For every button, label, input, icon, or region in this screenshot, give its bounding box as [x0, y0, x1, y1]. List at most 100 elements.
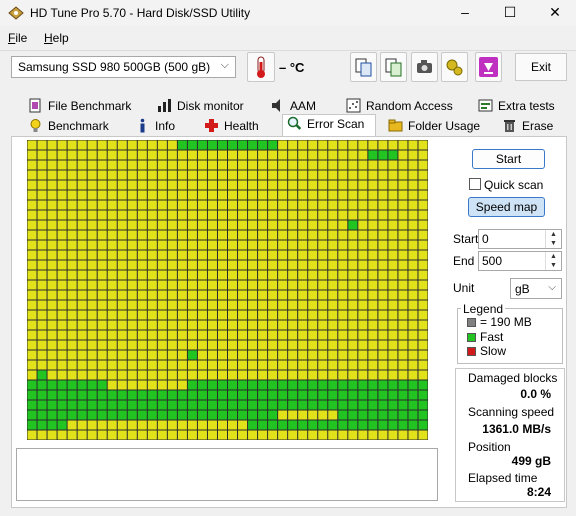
exit-button[interactable]: Exit — [515, 53, 567, 81]
scan-block — [207, 270, 217, 280]
save-button[interactable] — [475, 52, 502, 82]
scan-block — [137, 220, 147, 230]
tab-erase[interactable]: Erase — [502, 116, 553, 136]
temperature-button[interactable] — [247, 52, 275, 82]
menu-help[interactable]: Help — [44, 31, 69, 45]
scan-block — [107, 160, 117, 170]
scan-block — [47, 430, 57, 440]
scan-block — [77, 340, 87, 350]
scan-block — [47, 190, 57, 200]
scan-block — [37, 290, 47, 300]
end-field[interactable]: 500 ▲ ▼ — [478, 251, 562, 271]
tab-random-access[interactable]: Random Access — [346, 96, 453, 116]
scan-block — [368, 180, 378, 190]
scan-block — [338, 350, 348, 360]
scan-block — [27, 290, 37, 300]
scan-block — [27, 250, 37, 260]
scan-block — [37, 310, 47, 320]
scan-block — [57, 390, 67, 400]
scan-block — [217, 240, 227, 250]
scan-block — [238, 420, 248, 430]
scan-block — [147, 180, 157, 190]
scan-block — [117, 400, 127, 410]
scan-block — [378, 430, 388, 440]
scan-block — [418, 190, 428, 200]
scan-block — [298, 320, 308, 330]
scan-block — [27, 400, 37, 410]
start-field[interactable]: 0 ▲ ▼ — [478, 229, 562, 249]
scan-block — [97, 150, 107, 160]
scan-block — [107, 410, 117, 420]
scan-block — [268, 160, 278, 170]
spin-arrows-icon[interactable]: ▲ ▼ — [545, 230, 561, 248]
scan-block — [117, 330, 127, 340]
scan-block — [107, 250, 117, 260]
scan-block — [368, 430, 378, 440]
scan-block — [398, 370, 408, 380]
scan-block — [328, 160, 338, 170]
speed-map-button[interactable]: Speed map — [468, 197, 545, 217]
scan-block — [308, 330, 318, 340]
scan-block — [398, 170, 408, 180]
scan-block — [398, 150, 408, 160]
options-button[interactable] — [441, 52, 468, 82]
temperature-readout: – °C — [279, 60, 305, 75]
scan-block — [258, 170, 268, 180]
start-scan-button[interactable]: Start — [472, 149, 545, 169]
scan-block — [268, 180, 278, 190]
elapsed-time-label: Elapsed time — [468, 471, 538, 485]
scan-block — [167, 430, 177, 440]
scan-block — [117, 350, 127, 360]
tab-aam[interactable]: AAM — [270, 96, 316, 116]
scan-block — [348, 400, 358, 410]
tab-disk-monitor[interactable]: Disk monitor — [157, 96, 244, 116]
legend-swatch-fast — [467, 333, 476, 342]
copy-all-button[interactable] — [380, 52, 407, 82]
copy-info-button[interactable] — [350, 52, 377, 82]
tab-folder-usage[interactable]: Folder Usage — [388, 116, 480, 136]
scan-block — [177, 330, 187, 340]
scan-block — [268, 320, 278, 330]
scan-block — [167, 150, 177, 160]
scan-block — [107, 340, 117, 350]
scan-block — [298, 260, 308, 270]
tab-extra-tests[interactable]: Extra tests — [478, 96, 555, 116]
scan-block — [147, 260, 157, 270]
spin-arrows-icon[interactable]: ▲ ▼ — [545, 252, 561, 270]
scan-block — [187, 320, 197, 330]
tab-benchmark[interactable]: Benchmark — [28, 116, 109, 136]
start-label: Start — [453, 232, 479, 246]
scan-block — [77, 160, 87, 170]
scan-block — [57, 230, 67, 240]
scan-block — [248, 230, 258, 240]
scan-block — [258, 400, 268, 410]
scan-block — [238, 240, 248, 250]
screenshot-button[interactable] — [411, 52, 438, 82]
scan-block — [47, 300, 57, 310]
tab-health[interactable]: Health — [204, 116, 259, 136]
unit-select[interactable]: gB ⌵ — [510, 278, 562, 299]
scan-block — [348, 420, 358, 430]
scan-block — [27, 300, 37, 310]
scan-block — [167, 230, 177, 240]
tab-file-benchmark[interactable]: File Benchmark — [28, 96, 131, 116]
quick-scan-checkbox[interactable] — [469, 178, 481, 190]
menu-file[interactable]: File — [8, 31, 27, 45]
scan-block — [107, 390, 117, 400]
scan-block — [328, 270, 338, 280]
scan-block — [348, 430, 358, 440]
tab-error-scan[interactable]: Error Scan — [282, 114, 376, 137]
scan-block — [197, 290, 207, 300]
scan-block — [388, 220, 398, 230]
drive-select[interactable]: Samsung SSD 980 500GB (500 gB) ⌵ — [11, 56, 236, 78]
scan-block — [27, 430, 37, 440]
scan-block — [167, 320, 177, 330]
scan-block — [378, 410, 388, 420]
scan-block — [187, 350, 197, 360]
scan-block — [137, 430, 147, 440]
tab-info[interactable]: Info — [135, 116, 175, 136]
maximize-button[interactable]: ☐ — [501, 4, 519, 20]
close-button[interactable]: ✕ — [546, 4, 564, 20]
minimize-button[interactable]: – — [456, 4, 474, 20]
scan-block — [368, 230, 378, 240]
